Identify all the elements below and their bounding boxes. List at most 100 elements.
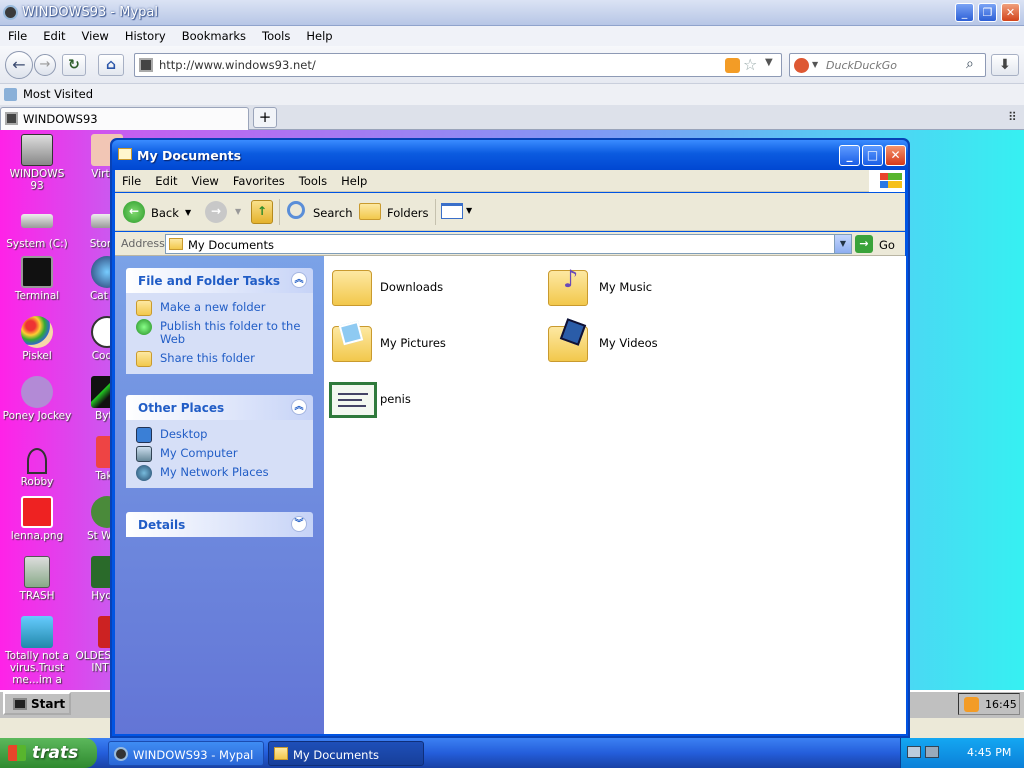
- back-button[interactable]: ←: [5, 51, 33, 79]
- go-button[interactable]: → Go: [855, 234, 901, 254]
- desktop-icon-piskel[interactable]: Piskel: [2, 316, 72, 362]
- minimize-button[interactable]: _: [955, 3, 974, 22]
- menu-history[interactable]: History: [117, 26, 174, 43]
- file-item-downloads[interactable]: Downloads: [332, 266, 542, 316]
- explorer-minimize-button[interactable]: _: [839, 145, 860, 166]
- views-icon: [441, 203, 463, 219]
- panel-header[interactable]: Other Places ︽: [126, 395, 313, 420]
- panel-header[interactable]: File and Folder Tasks ︽: [126, 268, 313, 293]
- forward-button[interactable]: →: [34, 54, 56, 76]
- xp-flag-icon: [8, 745, 26, 761]
- bookmarks-toolbar: Most Visited: [0, 84, 1024, 105]
- reload-button[interactable]: ↻: [62, 54, 86, 76]
- search-placeholder: DuckDuckGo: [826, 59, 897, 72]
- taskbar-item-my-documents[interactable]: My Documents: [268, 741, 424, 766]
- explorer-menu-edit[interactable]: Edit: [148, 170, 184, 188]
- maximize-button[interactable]: ❐: [978, 3, 997, 22]
- certificate-line: [338, 393, 368, 395]
- folder-icon: [332, 270, 372, 306]
- menu-bookmarks[interactable]: Bookmarks: [174, 26, 254, 43]
- back-arrow-icon: ←: [123, 201, 145, 223]
- xp-start-button[interactable]: trats: [0, 738, 97, 768]
- task-publish-folder[interactable]: Publish this folder to the Web: [136, 317, 305, 349]
- desktop-icon-windows93[interactable]: WINDOWS 93: [2, 134, 72, 192]
- desktop-icon-terminal[interactable]: Terminal: [2, 256, 72, 302]
- explorer-menu-help[interactable]: Help: [334, 170, 374, 188]
- menu-file[interactable]: File: [0, 26, 35, 43]
- place-desktop[interactable]: Desktop: [136, 425, 305, 444]
- tab-windows93[interactable]: WINDOWS93: [0, 107, 249, 130]
- desktop-icon-trash[interactable]: TRASH: [2, 556, 72, 602]
- file-item-my-videos[interactable]: My Videos: [548, 318, 758, 372]
- explorer-forward-button[interactable]: →: [205, 201, 227, 223]
- logo-yellow: [888, 181, 902, 188]
- explorer-menu-file[interactable]: File: [115, 170, 148, 188]
- search-icon[interactable]: ⌕: [966, 56, 974, 72]
- explorer-close-button[interactable]: ✕: [885, 145, 906, 166]
- picture-icon: [338, 320, 364, 346]
- explorer-menu-view[interactable]: View: [185, 170, 226, 188]
- desktop-icon-lenna[interactable]: lenna.png: [2, 496, 72, 542]
- explorer-menu-favorites[interactable]: Favorites: [226, 170, 292, 188]
- rss-icon[interactable]: [725, 58, 740, 73]
- tab-list-icon[interactable]: ⠿: [1008, 110, 1017, 124]
- engine-dropdown-icon[interactable]: ▼: [812, 60, 818, 69]
- drive-icon: [21, 214, 53, 228]
- taskbar-item-mypal[interactable]: WINDOWS93 - Mypal: [108, 741, 264, 766]
- other-places-panel: Other Places ︽ Desktop My Computer My Net…: [126, 395, 313, 488]
- monitor-tray-icon[interactable]: [925, 746, 939, 758]
- menu-tools[interactable]: Tools: [254, 26, 298, 43]
- film-icon: [559, 318, 587, 346]
- address-dropdown-button[interactable]: ▼: [834, 235, 851, 253]
- file-item-my-music[interactable]: ♪ My Music: [548, 265, 758, 316]
- downloads-button[interactable]: ⬇: [991, 54, 1019, 76]
- explorer-search-button[interactable]: Search: [287, 199, 353, 225]
- details-panel: Details ︾: [126, 512, 313, 537]
- music-folder-icon: ♪: [548, 265, 588, 306]
- certificate-file-icon: [329, 382, 377, 418]
- views-dropdown-icon: ▼: [466, 206, 473, 215]
- task-share-folder[interactable]: Share this folder: [136, 349, 305, 368]
- collapse-chevron-icon[interactable]: ︽: [291, 399, 307, 415]
- explorer-back-button[interactable]: ← Back ▼: [123, 199, 193, 225]
- up-folder-button[interactable]: ↑: [251, 200, 273, 224]
- desktop-icon-system[interactable]: System (C:): [2, 206, 72, 250]
- back-dropdown-icon[interactable]: ▼: [185, 208, 191, 217]
- place-my-network-places[interactable]: My Network Places: [136, 463, 305, 482]
- panel-header[interactable]: Details ︾: [126, 512, 313, 537]
- address-field[interactable]: My Documents ▼: [165, 234, 852, 254]
- rss-tray-icon[interactable]: [964, 697, 979, 712]
- expand-chevron-icon[interactable]: ︾: [291, 516, 307, 532]
- windows93-start-button[interactable]: Start: [3, 692, 71, 715]
- publish-web-icon: [136, 319, 152, 335]
- explorer-folders-button[interactable]: Folders: [359, 199, 429, 225]
- tab-label: WINDOWS93: [23, 112, 98, 126]
- url-bar[interactable]: http://www.windows93.net/ ☆ ▼: [134, 53, 782, 77]
- explorer-menu-tools[interactable]: Tools: [292, 170, 334, 188]
- address-label: Address: [121, 237, 165, 250]
- home-button[interactable]: ⌂: [98, 54, 124, 76]
- menu-edit[interactable]: Edit: [35, 26, 73, 43]
- desktop-icon-poney-jockey[interactable]: Poney Jockey: [2, 376, 72, 422]
- new-tab-button[interactable]: +: [253, 107, 277, 128]
- collapse-chevron-icon[interactable]: ︽: [291, 272, 307, 288]
- forward-dropdown-icon[interactable]: ▼: [235, 207, 241, 216]
- place-my-computer[interactable]: My Computer: [136, 444, 305, 463]
- most-visited-bookmark[interactable]: Most Visited: [4, 87, 93, 103]
- dropdown-arrow-icon[interactable]: ▼: [765, 57, 773, 68]
- search-bar[interactable]: ▼ DuckDuckGo ⌕: [789, 53, 986, 77]
- desktop-icon-totally-not-a-virus[interactable]: Totally not a virus.Trust me...im a: [2, 616, 72, 686]
- browser-title: WINDOWS93 - Mypal: [22, 5, 158, 20]
- explorer-maximize-button[interactable]: □: [862, 145, 883, 166]
- windows93-tray: 16:45: [958, 693, 1020, 715]
- file-item-penis[interactable]: penis: [329, 378, 539, 428]
- bookmark-star-icon[interactable]: ☆: [743, 55, 757, 74]
- task-make-new-folder[interactable]: Make a new folder: [136, 298, 305, 317]
- desktop-icon-robby[interactable]: Robby: [2, 448, 72, 488]
- views-button[interactable]: ▼: [441, 201, 475, 223]
- network-tray-icon[interactable]: [907, 746, 921, 758]
- close-button[interactable]: ✕: [1001, 3, 1020, 22]
- file-item-my-pictures[interactable]: My Pictures: [332, 320, 542, 372]
- menu-view[interactable]: View: [74, 26, 117, 43]
- menu-help[interactable]: Help: [298, 26, 340, 43]
